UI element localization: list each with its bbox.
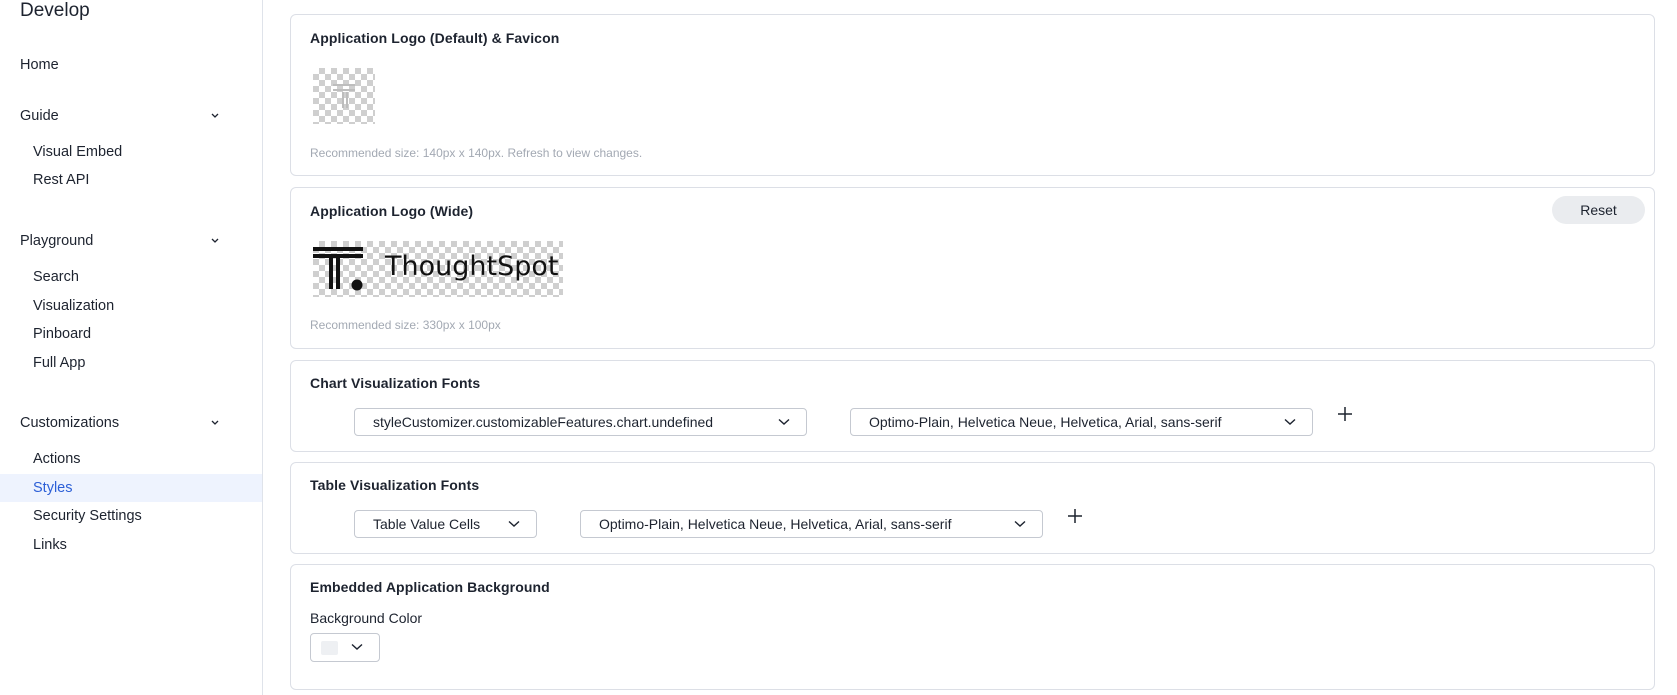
card-title: Embedded Application Background [310,579,550,595]
background-color-picker[interactable] [310,633,380,662]
chevron-down-icon [211,420,219,425]
sidebar-item-home[interactable]: Home [20,57,59,73]
logo-wordmark: ThoughtSpot [385,251,559,282]
select-value: Optimo-Plain, Helvetica Neue, Helvetica,… [599,516,952,532]
table-font-target-select[interactable]: Table Value Cells [354,510,537,538]
chevron-down-icon [211,113,219,118]
chevron-down-icon [778,418,790,425]
background-card: Embedded Application Background Backgrou… [290,564,1655,690]
add-chart-font-button[interactable] [1337,406,1353,422]
logo-default-hint: Recommended size: 140px x 140px. Refresh… [310,146,643,160]
select-value: styleCustomizer.customizableFeatures.cha… [373,414,714,430]
sidebar-item-visualization[interactable]: Visualization [0,292,262,320]
logo-wide-hint: Recommended size: 330px x 100px [310,318,501,332]
sidebar-item-actions[interactable]: Actions [0,445,262,473]
logo-wide-card: Application Logo (Wide) Reset ThoughtSpo… [290,187,1655,349]
chevron-down-icon [508,520,520,527]
logo-default-card: Application Logo (Default) & Favicon Rec… [290,14,1655,176]
sidebar-item-search[interactable]: Search [0,263,262,291]
sidebar: Develop Home Guide Visual Embed Rest API… [0,0,263,695]
sidebar-section-customizations[interactable]: Customizations [20,415,220,431]
plus-icon [1338,407,1352,421]
sidebar-item-security-settings[interactable]: Security Settings [0,502,262,530]
section-label: Playground [20,233,94,249]
color-swatch [321,641,338,655]
logo-wide-preview[interactable]: ThoughtSpot [313,241,563,297]
sidebar-section-playground[interactable]: Playground [20,233,220,249]
card-title: Table Visualization Fonts [310,477,480,493]
plus-icon [1068,509,1082,523]
sidebar-section-guide[interactable]: Guide [20,108,220,124]
section-label: Customizations [20,415,120,431]
sidebar-item-pinboard[interactable]: Pinboard [0,320,262,348]
chart-fonts-card: Chart Visualization Fonts styleCustomize… [290,360,1655,452]
add-table-font-button[interactable] [1067,508,1083,524]
sidebar-item-full-app[interactable]: Full App [0,349,262,377]
chart-font-target-select[interactable]: styleCustomizer.customizableFeatures.cha… [354,408,807,436]
sidebar-item-visual-embed[interactable]: Visual Embed [0,138,262,166]
sidebar-item-rest-api[interactable]: Rest API [0,166,262,194]
thoughtspot-mark-icon [333,84,355,108]
chevron-down-icon [1284,418,1296,425]
table-font-family-select[interactable]: Optimo-Plain, Helvetica Neue, Helvetica,… [580,510,1043,538]
card-title: Chart Visualization Fonts [310,375,481,391]
logo-default-preview[interactable] [313,68,375,124]
select-value: Optimo-Plain, Helvetica Neue, Helvetica,… [869,414,1222,430]
background-color-label: Background Color [310,610,423,626]
chevron-down-icon [211,238,219,243]
sidebar-item-links[interactable]: Links [0,531,262,559]
select-value: Table Value Cells [373,516,481,532]
sidebar-title: Develop [20,0,90,21]
section-label: Guide [20,108,59,124]
chevron-down-icon [1014,520,1026,527]
reset-button[interactable]: Reset [1552,196,1645,224]
card-title: Application Logo (Wide) [310,203,474,219]
chevron-down-icon [351,643,363,650]
table-fonts-card: Table Visualization Fonts Table Value Ce… [290,462,1655,554]
thoughtspot-logo-icon [313,247,363,291]
sidebar-item-styles[interactable]: Styles [0,474,262,502]
chart-font-family-select[interactable]: Optimo-Plain, Helvetica Neue, Helvetica,… [850,408,1313,436]
card-title: Application Logo (Default) & Favicon [310,30,560,46]
